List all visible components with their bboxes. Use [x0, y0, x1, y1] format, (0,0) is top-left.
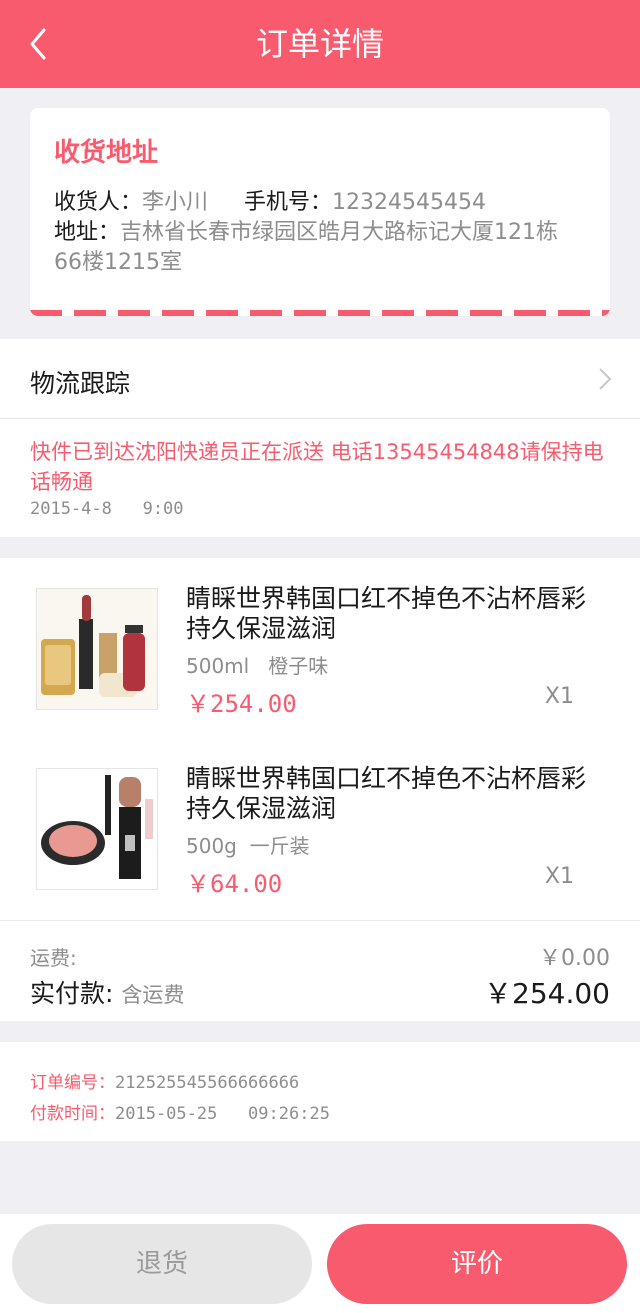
payment-time: 2015-05-25 09:26:25: [115, 1104, 330, 1124]
order-number-label: 订单编号：: [30, 1073, 115, 1093]
review-button[interactable]: 评价: [327, 1224, 627, 1304]
logistics-message: 快件已到达沈阳快递员正在派送 电话13545454848请保持电话畅通: [30, 440, 604, 494]
product-spec: 500ml 橙子味: [186, 654, 329, 678]
address-value: 吉林省长春市绿园区皓月大路标记大厦121栋66楼1215室: [54, 220, 559, 275]
bottom-action-bar: 退货 评价: [0, 1214, 640, 1313]
payment-time-row: 付款时间：2015-05-25 09:26:25: [30, 1099, 330, 1124]
product-image: [36, 768, 158, 890]
phone-label: 手机号：: [244, 190, 333, 215]
receiver-line: 收货人：李小川 手机号：12324545454: [54, 184, 486, 216]
receiver-name: 李小川: [142, 190, 209, 215]
product-name: 睛睬世界韩国口红不掉色不沾杯唇彩持久保湿滋润: [186, 764, 587, 823]
shipping-fee-label: 运费:: [30, 946, 77, 970]
actual-payment-label: 实付款: 含运费: [30, 974, 184, 1010]
chevron-right-icon: [599, 368, 612, 390]
logistics-tracking-row[interactable]: 物流跟踪: [0, 339, 640, 419]
address-label: 地址：: [54, 220, 121, 245]
order-number: 212525545566666666: [115, 1073, 300, 1093]
goods-item[interactable]: 睛睬世界韩国口红不掉色不沾杯唇彩持久保湿滋润 500ml 橙子味 ￥254.00…: [0, 558, 640, 718]
envelope-stripe: [30, 310, 610, 316]
actual-payment-value: ￥254.00: [484, 977, 610, 1010]
product-quantity: X1: [544, 684, 574, 709]
order-info-section: 订单编号：212525545566666666 付款时间：2015-05-25 …: [0, 1042, 640, 1141]
return-button[interactable]: 退货: [12, 1224, 312, 1304]
logistics-time: 2015-4-8 9:00: [30, 499, 184, 519]
shipping-address-card: 收货地址 收货人：李小川 手机号：12324545454 地址：吉林省长春市绿园区…: [30, 108, 610, 316]
page-title: 订单详情: [255, 25, 384, 63]
receiver-phone: 12324545454: [332, 190, 487, 215]
top-bar: 订单详情: [0, 0, 640, 88]
product-quantity: X1: [544, 864, 574, 889]
divider: [0, 920, 640, 921]
shipping-fee-value: ￥0.00: [539, 946, 610, 971]
product-image: [36, 588, 158, 710]
actual-payment-title: 实付款:: [30, 979, 114, 1008]
address-line: 地址：吉林省长春市绿园区皓月大路标记大厦121栋66楼1215室: [54, 218, 584, 278]
product-spec: 500g 一斤装: [186, 834, 310, 858]
payment-time-label: 付款时间：: [30, 1104, 115, 1124]
goods-item[interactable]: 睛睬世界韩国口红不掉色不沾杯唇彩持久保湿滋润 500g 一斤装 ￥64.00 X…: [0, 738, 640, 898]
address-section-title: 收货地址: [54, 138, 159, 168]
order-number-row: 订单编号：212525545566666666: [30, 1068, 299, 1093]
product-name: 睛睬世界韩国口红不掉色不沾杯唇彩持久保湿滋润: [186, 584, 587, 643]
goods-section: 睛睬世界韩国口红不掉色不沾杯唇彩持久保湿滋润 500ml 橙子味 ￥254.00…: [0, 558, 640, 1021]
product-price: ￥254.00: [186, 690, 297, 718]
logistics-title: 物流跟踪: [30, 369, 131, 398]
product-price: ￥64.00: [186, 870, 283, 898]
receiver-label: 收货人：: [54, 190, 143, 215]
actual-payment-note: 含运费: [121, 983, 185, 1007]
logistics-section: 物流跟踪 快件已到达沈阳快递员正在派送 电话13545454848请保持电话畅通…: [0, 339, 640, 537]
